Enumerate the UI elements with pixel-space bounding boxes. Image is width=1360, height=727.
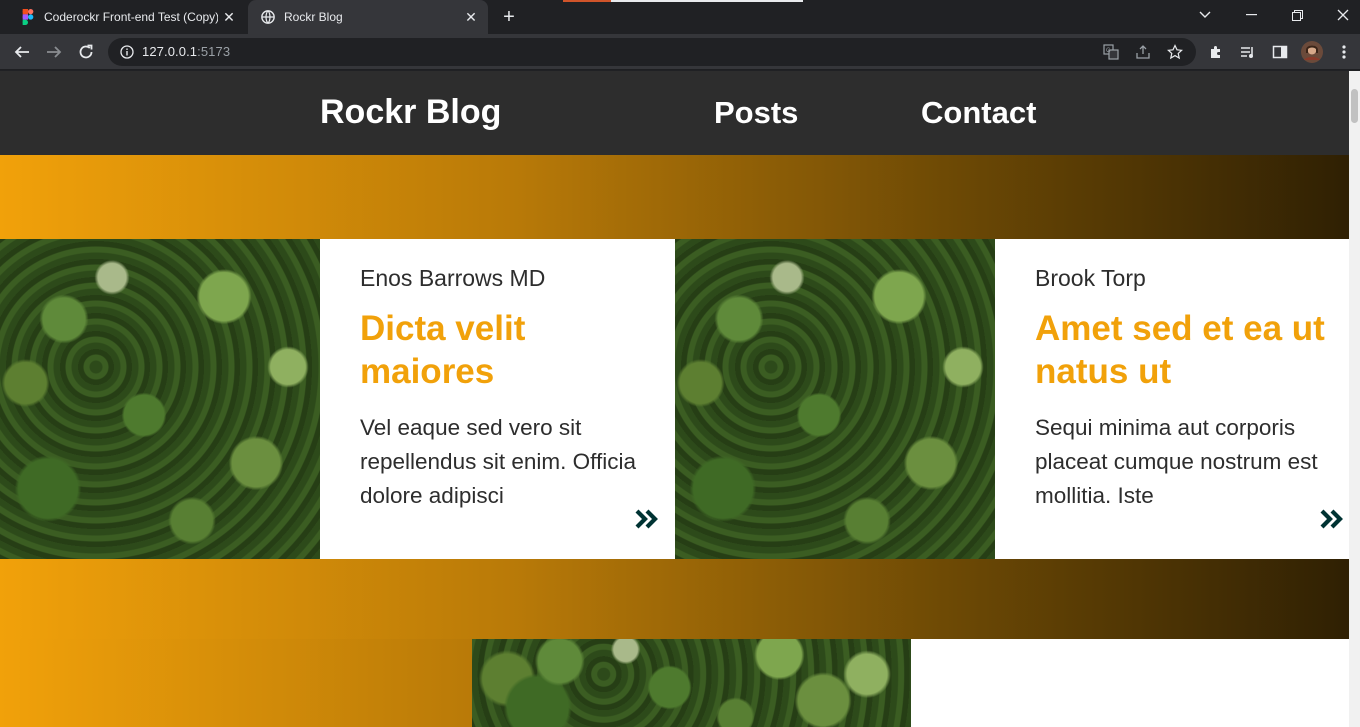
nav-link-posts[interactable]: Posts <box>714 95 798 131</box>
browser-tab-figma[interactable]: Coderockr Front-end Test (Copy) ✕ <box>8 0 246 34</box>
url-port: :5173 <box>197 44 231 59</box>
double-chevron-right-icon[interactable] <box>1319 507 1347 531</box>
post-card[interactable]: Brook Torp Amet sed et ea ut natus ut Se… <box>995 239 1349 559</box>
menu-kebab-icon[interactable] <box>1331 39 1357 65</box>
back-button[interactable] <box>9 39 35 65</box>
scrollbar-thumb[interactable] <box>1351 89 1358 123</box>
tab-title: Rockr Blog <box>284 10 343 24</box>
post-excerpt: Vel eaque sed vero sit repellendus sit e… <box>360 415 636 508</box>
close-window-button[interactable] <box>1320 0 1360 30</box>
page-viewport: Rockr Blog Posts Contact Enos Barrows MD… <box>0 71 1349 727</box>
post-author: Brook Torp <box>1035 265 1146 291</box>
post-image[interactable] <box>675 239 995 559</box>
media-queue-icon[interactable] <box>1235 39 1261 65</box>
tab-title: Coderockr Front-end Test (Copy) <box>44 10 218 24</box>
tab-search-icon[interactable] <box>1182 0 1228 30</box>
page-scrollbar[interactable] <box>1349 71 1360 727</box>
browser-toolbar: 127.0.0.1:5173 G <box>0 34 1360 70</box>
close-icon[interactable]: ✕ <box>218 6 240 28</box>
restore-button[interactable] <box>1274 0 1320 30</box>
forward-button[interactable] <box>41 39 67 65</box>
post-title[interactable]: Amet sed et ea ut natus ut <box>1035 307 1335 393</box>
share-icon[interactable] <box>1130 39 1156 65</box>
post-image[interactable] <box>0 239 320 559</box>
post-image[interactable] <box>472 639 911 727</box>
browser-tab-rockr-blog[interactable]: Rockr Blog ✕ <box>248 0 488 34</box>
new-tab-button[interactable]: + <box>498 6 520 28</box>
site-brand[interactable]: Rockr Blog <box>320 93 501 132</box>
svg-text:G: G <box>1106 48 1111 54</box>
site-header: Rockr Blog Posts Contact <box>0 71 1349 155</box>
post-excerpt: Sequi minima aut corporis placeat cumque… <box>1035 415 1318 508</box>
double-chevron-right-icon[interactable] <box>634 507 662 531</box>
bookmark-star-icon[interactable] <box>1162 39 1188 65</box>
info-icon[interactable] <box>114 39 140 65</box>
address-bar[interactable]: 127.0.0.1:5173 G <box>108 38 1196 66</box>
post-title[interactable]: Dicta velit maiores <box>360 307 660 393</box>
figma-icon <box>20 9 36 25</box>
browser-tab-bar: Coderockr Front-end Test (Copy) ✕ Rockr … <box>0 0 1360 34</box>
nav-link-contact[interactable]: Contact <box>921 95 1036 131</box>
gradient-band <box>0 155 1349 239</box>
globe-icon <box>260 9 276 25</box>
url-host: 127.0.0.1 <box>142 44 198 59</box>
gradient-band <box>0 559 1349 639</box>
minimize-button[interactable] <box>1228 0 1274 30</box>
post-card[interactable]: Enos Barrows MD Dicta velit maiores Vel … <box>320 239 675 559</box>
close-icon[interactable]: ✕ <box>460 6 482 28</box>
post-card[interactable] <box>911 639 1349 727</box>
side-panel-icon[interactable] <box>1267 39 1293 65</box>
reload-button[interactable] <box>73 39 99 65</box>
extensions-icon[interactable] <box>1203 39 1229 65</box>
url-text: 127.0.0.1:5173 <box>142 44 230 59</box>
gradient-band <box>0 639 472 727</box>
profile-avatar-icon[interactable] <box>1299 39 1325 65</box>
post-author: Enos Barrows MD <box>360 265 546 291</box>
translate-icon[interactable]: G <box>1098 39 1124 65</box>
media-indicator-active <box>563 0 611 2</box>
